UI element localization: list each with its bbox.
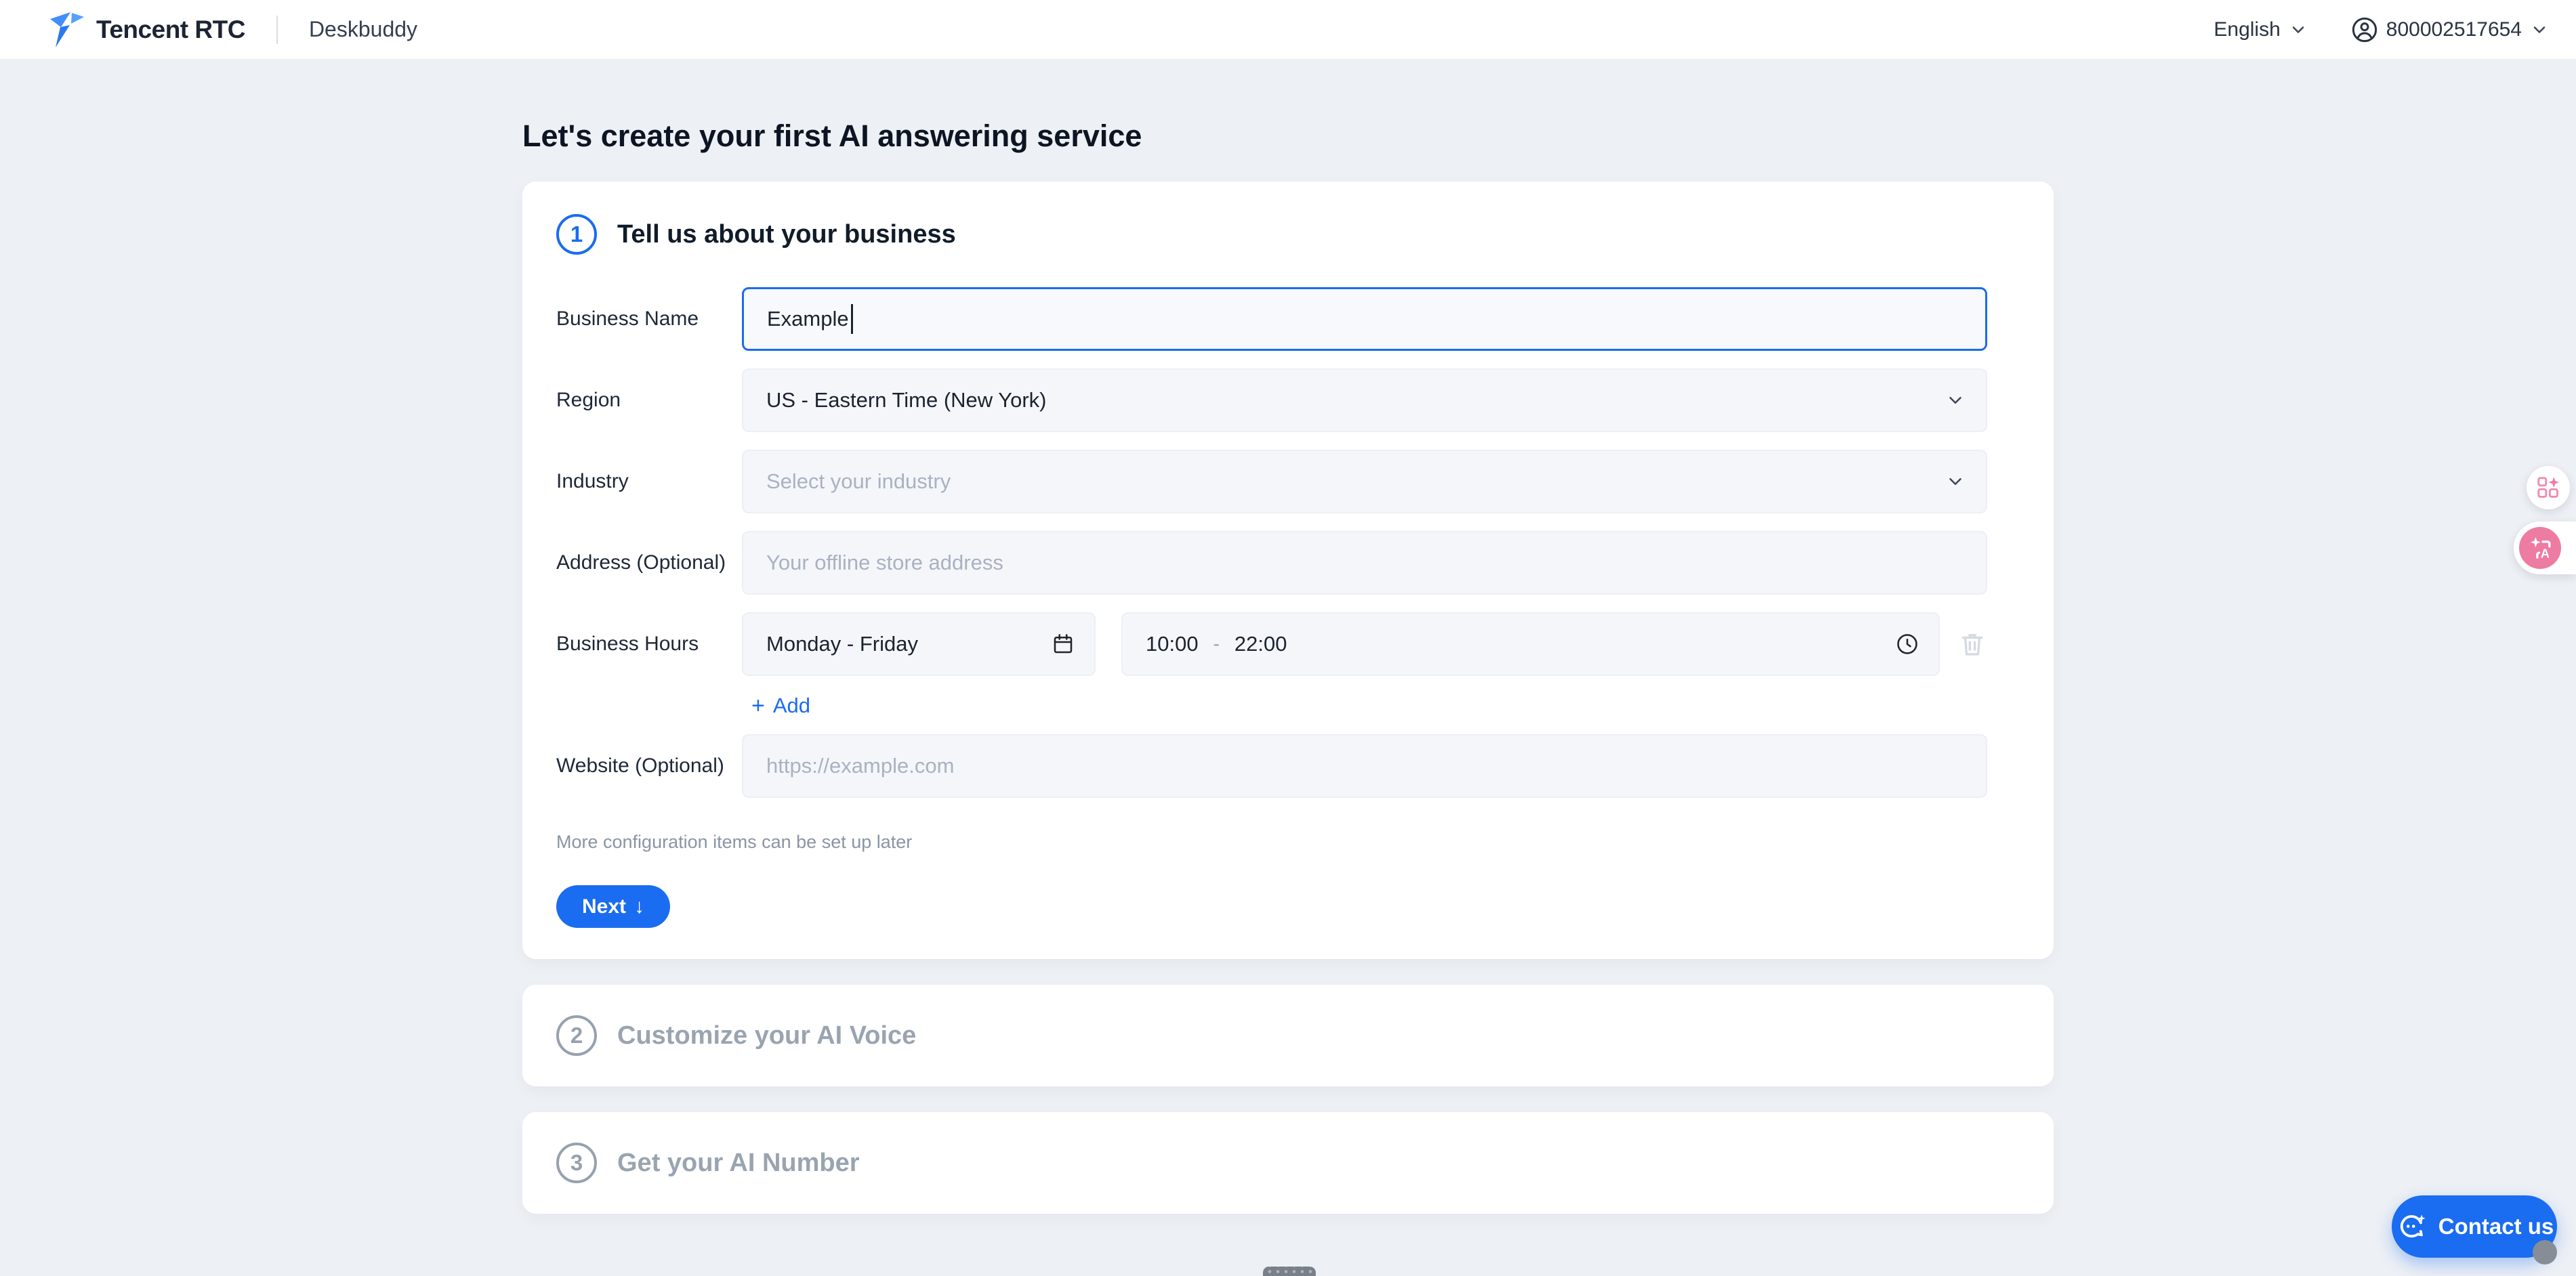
address-label: Address (Optional) [556, 551, 726, 574]
industry-row: Industry Select your industry [556, 450, 1987, 513]
person-circle-icon [2352, 17, 2377, 42]
add-hours-row: + Add [751, 694, 1987, 718]
language-label: English [2214, 18, 2281, 41]
drag-handle[interactable] [1263, 1267, 1316, 1276]
step-3-title: Get your AI Number [617, 1148, 860, 1177]
step-1-title: Tell us about your business [617, 219, 956, 249]
next-button[interactable]: Next ↓ [556, 885, 670, 928]
business-hours-row: Business Hours Monday - Friday 10:00 - 2… [556, 612, 1987, 676]
apps-sparkle-icon [2537, 477, 2560, 498]
svg-text:A: A [2541, 546, 2550, 560]
business-name-input[interactable]: Example [742, 287, 1987, 351]
website-row: Website (Optional) https://example.com [556, 734, 1987, 798]
industry-label: Industry [556, 470, 629, 492]
top-bar: Tencent RTC Deskbuddy English 8000025176… [0, 0, 2576, 60]
step-2-title: Customize your AI Voice [617, 1021, 917, 1050]
header-divider [276, 15, 278, 44]
calendar-icon [1054, 634, 1073, 654]
address-placeholder: Your offline store address [766, 551, 1003, 574]
page-title: Let's create your first AI answering ser… [522, 119, 1142, 153]
trash-icon[interactable] [1957, 629, 1987, 659]
main-content: Let's create your first AI answering ser… [522, 119, 2054, 1214]
step-2-card[interactable]: 2 Customize your AI Voice [522, 985, 2054, 1086]
ai-translate-icon: A [2519, 527, 2561, 569]
industry-select[interactable]: Select your industry [742, 450, 1987, 513]
step-3-badge: 3 [556, 1143, 597, 1183]
contact-us-button[interactable]: Contact us [2392, 1195, 2557, 1258]
contact-us-label: Contact us [2438, 1214, 2554, 1239]
time-start: 10:00 [1146, 632, 1199, 656]
region-label: Region [556, 389, 621, 411]
business-name-label: Business Name [556, 307, 699, 330]
business-name-row: Business Name Example [556, 287, 1987, 351]
business-days-picker[interactable]: Monday - Friday [742, 612, 1096, 676]
config-note: More configuration items can be set up l… [556, 832, 913, 852]
widget-minimized-dot[interactable] [2533, 1240, 2557, 1264]
website-label: Website (Optional) [556, 754, 724, 777]
text-caret [850, 304, 853, 334]
chat-bot-icon [2400, 1214, 2426, 1238]
website-input[interactable]: https://example.com [742, 734, 1987, 798]
time-separator: - [1213, 633, 1220, 654]
arrow-down-icon: ↓ [634, 895, 645, 918]
chevron-down-icon [1949, 478, 1961, 485]
product-name: Deskbuddy [308, 17, 418, 41]
address-row: Address (Optional) Your offline store ad… [556, 531, 1987, 595]
chevron-down-icon [2292, 26, 2304, 33]
region-value: US - Eastern Time (New York) [766, 388, 1047, 412]
step-1-badge: 1 [556, 214, 597, 255]
language-selector[interactable]: English [2214, 18, 2307, 41]
tencent-rtc-logo-icon [50, 12, 84, 47]
address-input[interactable]: Your offline store address [742, 531, 1987, 595]
business-days-value: Monday - Friday [766, 632, 918, 656]
industry-placeholder: Select your industry [766, 469, 951, 493]
clock-icon [1897, 634, 1917, 654]
time-end: 22:00 [1234, 632, 1287, 656]
ai-translate-widget-button[interactable]: A [2514, 522, 2576, 574]
business-name-value: Example [767, 307, 849, 331]
region-row: Region US - Eastern Time (New York) [556, 368, 1987, 432]
account-id: 800002517654 [2386, 18, 2522, 41]
step-3-card[interactable]: 3 Get your AI Number [522, 1112, 2054, 1214]
business-time-picker[interactable]: 10:00 - 22:00 [1121, 612, 1940, 676]
add-hours-button[interactable]: + Add [751, 694, 810, 718]
website-placeholder: https://example.com [766, 754, 955, 778]
account-menu[interactable]: 800002517654 [2351, 16, 2549, 43]
business-hours-label: Business Hours [556, 633, 699, 655]
step-1-card: 1 Tell us about your business Business N… [522, 182, 2054, 959]
region-select[interactable]: US - Eastern Time (New York) [742, 368, 1987, 432]
add-hours-label: Add [772, 694, 811, 717]
chevron-down-icon [2533, 26, 2546, 33]
brand-name: Tencent RTC [96, 15, 245, 43]
plus-icon: + [751, 693, 765, 719]
step-2-badge: 2 [556, 1015, 597, 1056]
apps-widget-button[interactable] [2527, 466, 2570, 509]
chevron-down-icon [1949, 397, 1961, 404]
next-label: Next [581, 895, 627, 918]
